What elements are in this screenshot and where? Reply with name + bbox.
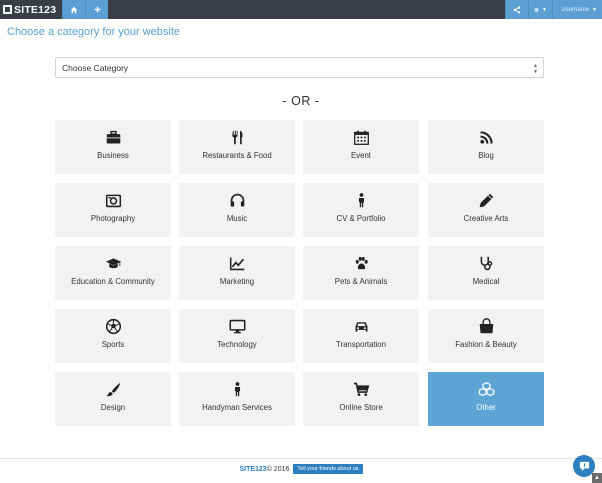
- soccer-ball-icon: [104, 317, 122, 335]
- category-tile-design[interactable]: Design: [55, 372, 171, 426]
- page-title: Choose a category for your website: [7, 26, 181, 38]
- category-tile-education-community[interactable]: Education & Community: [55, 246, 171, 300]
- paw-icon: [352, 254, 370, 272]
- category-tile-other[interactable]: Other: [428, 372, 544, 426]
- chevron-down-icon: ▲ ▼: [533, 63, 538, 75]
- cart-icon: [352, 380, 370, 398]
- language-dropdown[interactable]: ▼: [528, 0, 552, 19]
- category-tile-cv-portfolio[interactable]: CV & Portfolio: [303, 183, 419, 237]
- footer-brand[interactable]: SITE123: [239, 466, 266, 473]
- plus-icon: [94, 6, 100, 13]
- category-tile-fashion-beauty[interactable]: Fashion & Beauty: [428, 309, 544, 363]
- scroll-to-top-button[interactable]: ▲: [592, 473, 602, 483]
- footer: SITE123 © 2016 Tell your friends about u…: [0, 464, 602, 474]
- category-tile-medical[interactable]: Medical: [428, 246, 544, 300]
- category-tile-handyman-services[interactable]: Handyman Services: [179, 372, 295, 426]
- category-select-value: Choose Category: [62, 62, 129, 73]
- top-bar: SITE123 ▼ Username ▼: [0, 0, 602, 19]
- camera-icon: [104, 191, 122, 209]
- category-tile-technology[interactable]: Technology: [179, 309, 295, 363]
- category-tile-sports[interactable]: Sports: [55, 309, 171, 363]
- line-chart-icon: [228, 254, 246, 272]
- or-divider: - OR -: [282, 94, 320, 108]
- category-select[interactable]: Choose Category ▲ ▼: [55, 57, 544, 78]
- user-name: Username: [561, 6, 590, 13]
- category-tile-business[interactable]: Business: [55, 120, 171, 174]
- desktop-icon: [228, 317, 246, 335]
- home-icon: [70, 6, 78, 13]
- category-tile-online-store[interactable]: Online Store: [303, 372, 419, 426]
- cubes-icon: [477, 380, 495, 398]
- category-tile-music[interactable]: Music: [179, 183, 295, 237]
- share-button[interactable]: [505, 0, 528, 19]
- headphones-icon: [228, 191, 246, 209]
- chevron-down-icon: ▼: [592, 6, 597, 13]
- category-grid: Business Restaurants & Food Event Blog P…: [55, 120, 544, 426]
- category-tile-blog[interactable]: Blog: [428, 120, 544, 174]
- logo-text: SITE123: [14, 3, 57, 16]
- category-tile-restaurants-food[interactable]: Restaurants & Food: [179, 120, 295, 174]
- graduation-cap-icon: [104, 254, 122, 272]
- shopping-bag-icon: [477, 317, 495, 335]
- cutlery-icon: [228, 128, 246, 146]
- briefcase-icon: [104, 128, 122, 146]
- share-icon: [513, 5, 521, 14]
- worker-icon: [228, 380, 246, 398]
- globe-icon: [534, 7, 539, 12]
- category-tile-creative-arts[interactable]: Creative Arts: [428, 183, 544, 237]
- calendar-icon: [352, 128, 370, 146]
- paintbrush-icon: [104, 380, 122, 398]
- category-tile-transportation[interactable]: Transportation: [303, 309, 419, 363]
- add-page-button[interactable]: [85, 0, 108, 19]
- user-menu[interactable]: Username ▼: [552, 0, 602, 19]
- chevron-up-icon: ▲: [594, 475, 600, 481]
- category-tile-marketing[interactable]: Marketing: [179, 246, 295, 300]
- person-icon: [352, 191, 370, 209]
- category-tile-event[interactable]: Event: [303, 120, 419, 174]
- category-tile-photography[interactable]: Photography: [55, 183, 171, 237]
- tell-friends-button[interactable]: Tell your friends about us: [293, 464, 363, 474]
- home-button[interactable]: [62, 0, 85, 19]
- footer-divider: [0, 458, 602, 459]
- pencil-icon: [477, 191, 495, 209]
- footer-copyright: © 2016: [266, 465, 290, 473]
- rss-icon: [477, 128, 495, 146]
- site-logo[interactable]: SITE123: [0, 0, 62, 19]
- category-tile-pets-animals[interactable]: Pets & Animals: [303, 246, 419, 300]
- stethoscope-icon: [477, 254, 495, 272]
- logo-mark-icon: [3, 5, 12, 14]
- chevron-down-icon: ▼: [542, 6, 547, 13]
- chat-icon: [579, 461, 589, 471]
- car-icon: [352, 317, 370, 335]
